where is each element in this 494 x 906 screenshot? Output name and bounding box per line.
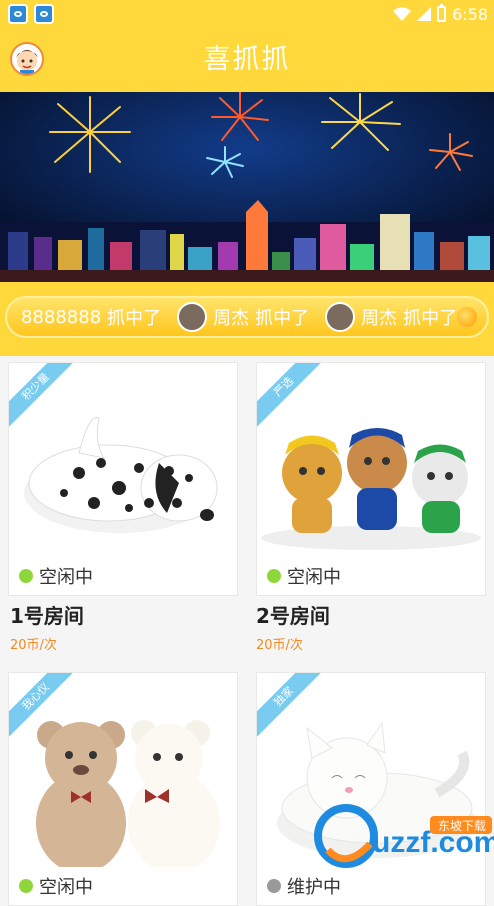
- room-status-text: 空闲中: [287, 567, 341, 588]
- watermark-tag: 东坡下载: [438, 819, 486, 833]
- ticker-avatar: [325, 302, 356, 332]
- room-card[interactable]: 严选 空闲中: [256, 362, 486, 596]
- ticker-action: 抓中了: [107, 308, 162, 329]
- paw-patrol-plush-image: 严选: [257, 363, 485, 557]
- room-status: 空闲中: [19, 873, 93, 899]
- room-price: 20币/次: [256, 638, 303, 653]
- room-status-text: 空闲中: [39, 567, 93, 588]
- app-notification-icon: [34, 4, 54, 24]
- ticker-user: 8888888: [21, 306, 102, 328]
- signal-icon: [417, 7, 432, 21]
- status-dot-idle-icon: [19, 569, 33, 583]
- status-dot-idle-icon: [19, 879, 33, 893]
- app-bar: 喜抓抓: [0, 28, 494, 92]
- fireworks-illustration: [0, 92, 494, 282]
- status-dot-maintenance-icon: [267, 879, 281, 893]
- ticker-user: 周杰: [361, 308, 398, 329]
- ticker-avatar: [177, 302, 208, 332]
- room-card[interactable]: 我心仪 空闲中: [8, 672, 238, 906]
- uzzf-logo-icon: uzzf.com 东坡下载: [314, 804, 494, 868]
- ticker-user: 周杰: [213, 308, 250, 329]
- wifi-icon: [393, 7, 412, 21]
- room-status-text: 空闲中: [39, 877, 93, 898]
- ticker-row: 8888888 抓中了 周杰 抓中了 周杰 抓中了: [21, 298, 457, 336]
- dalmatian-plush-image: 积少量: [9, 363, 237, 557]
- app-notification-icon: [8, 4, 28, 24]
- app-title: 喜抓抓: [203, 44, 291, 75]
- winner-ticker: 8888888 抓中了 周杰 抓中了 周杰 抓中了: [0, 282, 494, 356]
- system-tray: 6:58: [393, 3, 488, 25]
- clock: 6:58: [452, 4, 488, 24]
- ticker-action: 抓中了: [255, 308, 310, 329]
- room-price: 20币/次: [10, 638, 57, 653]
- banner-image[interactable]: [0, 92, 494, 282]
- battery-charging-icon: [437, 4, 447, 22]
- status-bar: 6:58: [0, 0, 494, 28]
- status-dot-idle-icon: [267, 569, 281, 583]
- room-card[interactable]: 积少量 空闲中: [8, 362, 238, 596]
- coin-icon: [457, 307, 477, 327]
- room-status: 空闲中: [267, 563, 341, 589]
- ticker-action: 抓中了: [403, 308, 458, 329]
- room-name[interactable]: 1号房间: [10, 600, 84, 629]
- room-name[interactable]: 2号房间: [256, 600, 330, 629]
- site-watermark: uzzf.com 东坡下载: [308, 800, 494, 879]
- room-status: 空闲中: [19, 563, 93, 589]
- teddy-bears-plush-image: 我心仪: [9, 673, 237, 867]
- ticker-pill: 8888888 抓中了 周杰 抓中了 周杰 抓中了: [5, 296, 489, 338]
